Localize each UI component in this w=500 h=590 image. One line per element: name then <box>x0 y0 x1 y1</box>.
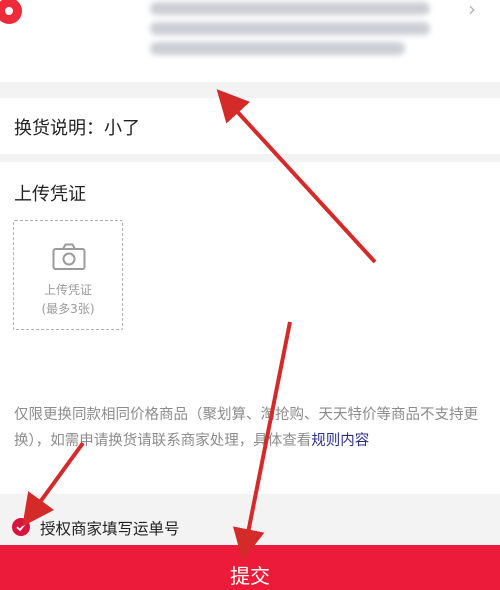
exchange-explanation-label: 换货说明： <box>14 118 104 139</box>
upload-proof-title: 上传凭证 <box>14 184 86 205</box>
exchange-explanation-row[interactable]: 换货说明：小了 <box>0 98 500 154</box>
camera-icon <box>52 243 86 270</box>
address-blurred-line-3 <box>150 42 405 55</box>
upload-proof-section: 上传凭证 上传凭证 (最多3张) 仅限更换同款相同价格商品（聚划算、淘抢购、天天… <box>0 162 500 494</box>
upload-proof-button-label: 上传凭证 <box>43 283 92 297</box>
checkbox-checked-icon[interactable] <box>12 518 30 536</box>
authorize-merchant-label: 授权商家填写运单号 <box>40 520 180 538</box>
exchange-notice: 仅限更换同款相同价格商品（聚划算、淘抢购、天天特价等商品不支持更换），如需申请换… <box>14 402 490 454</box>
upload-proof-button[interactable]: 上传凭证 (最多3张) <box>13 220 123 330</box>
address-blurred-line-2 <box>150 22 430 35</box>
upload-proof-limit-hint: (最多3张) <box>41 302 95 316</box>
exchange-explanation: 换货说明：小了 <box>14 114 140 140</box>
exchange-explanation-value: 小了 <box>104 118 140 139</box>
authorize-merchant-row[interactable]: 授权商家填写运单号 <box>0 508 500 542</box>
address-card[interactable]: › <box>0 0 500 82</box>
address-blurred-line-1 <box>150 2 430 15</box>
chevron-right-icon[interactable]: › <box>468 0 482 19</box>
exchange-notice-text: 仅限更换同款相同价格商品（聚划算、淘抢购、天天特价等商品不支持更换），如需申请换… <box>14 407 478 449</box>
rules-link[interactable]: 规则内容 <box>311 433 369 449</box>
submit-button[interactable]: 提交 <box>0 545 500 590</box>
location-pin-icon <box>0 0 22 24</box>
